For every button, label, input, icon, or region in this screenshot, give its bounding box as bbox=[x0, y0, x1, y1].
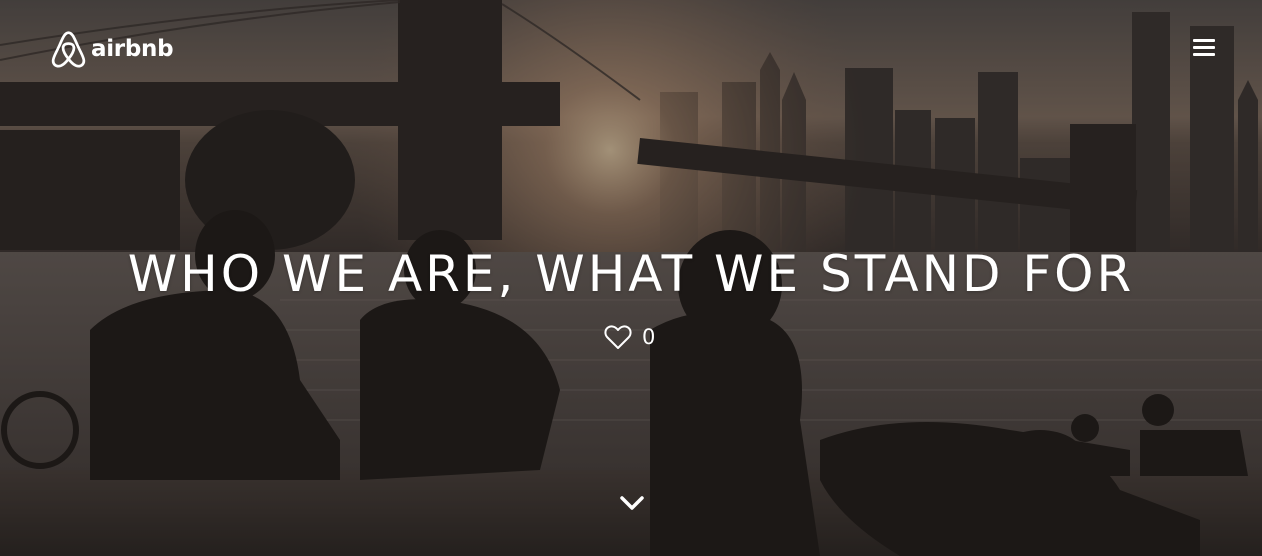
brand-name: airbnb bbox=[91, 35, 174, 62]
chevron-down-icon bbox=[620, 496, 644, 510]
like-button[interactable]: 0 bbox=[604, 323, 655, 351]
airbnb-logo-link[interactable]: airbnb bbox=[50, 30, 174, 68]
page-title: WHO WE ARE, WHAT WE STAND FOR bbox=[127, 245, 1135, 303]
like-count: 0 bbox=[642, 325, 656, 349]
scroll-down-button[interactable] bbox=[619, 494, 645, 512]
airbnb-belo-icon bbox=[51, 31, 86, 68]
hamburger-menu-icon bbox=[1193, 39, 1217, 56]
hamburger-menu-button[interactable] bbox=[1193, 39, 1217, 61]
heart-outline-icon bbox=[604, 324, 632, 349]
hero-section: airbnb WHO WE ARE, WHAT WE STAND FOR 0 bbox=[0, 0, 1262, 556]
